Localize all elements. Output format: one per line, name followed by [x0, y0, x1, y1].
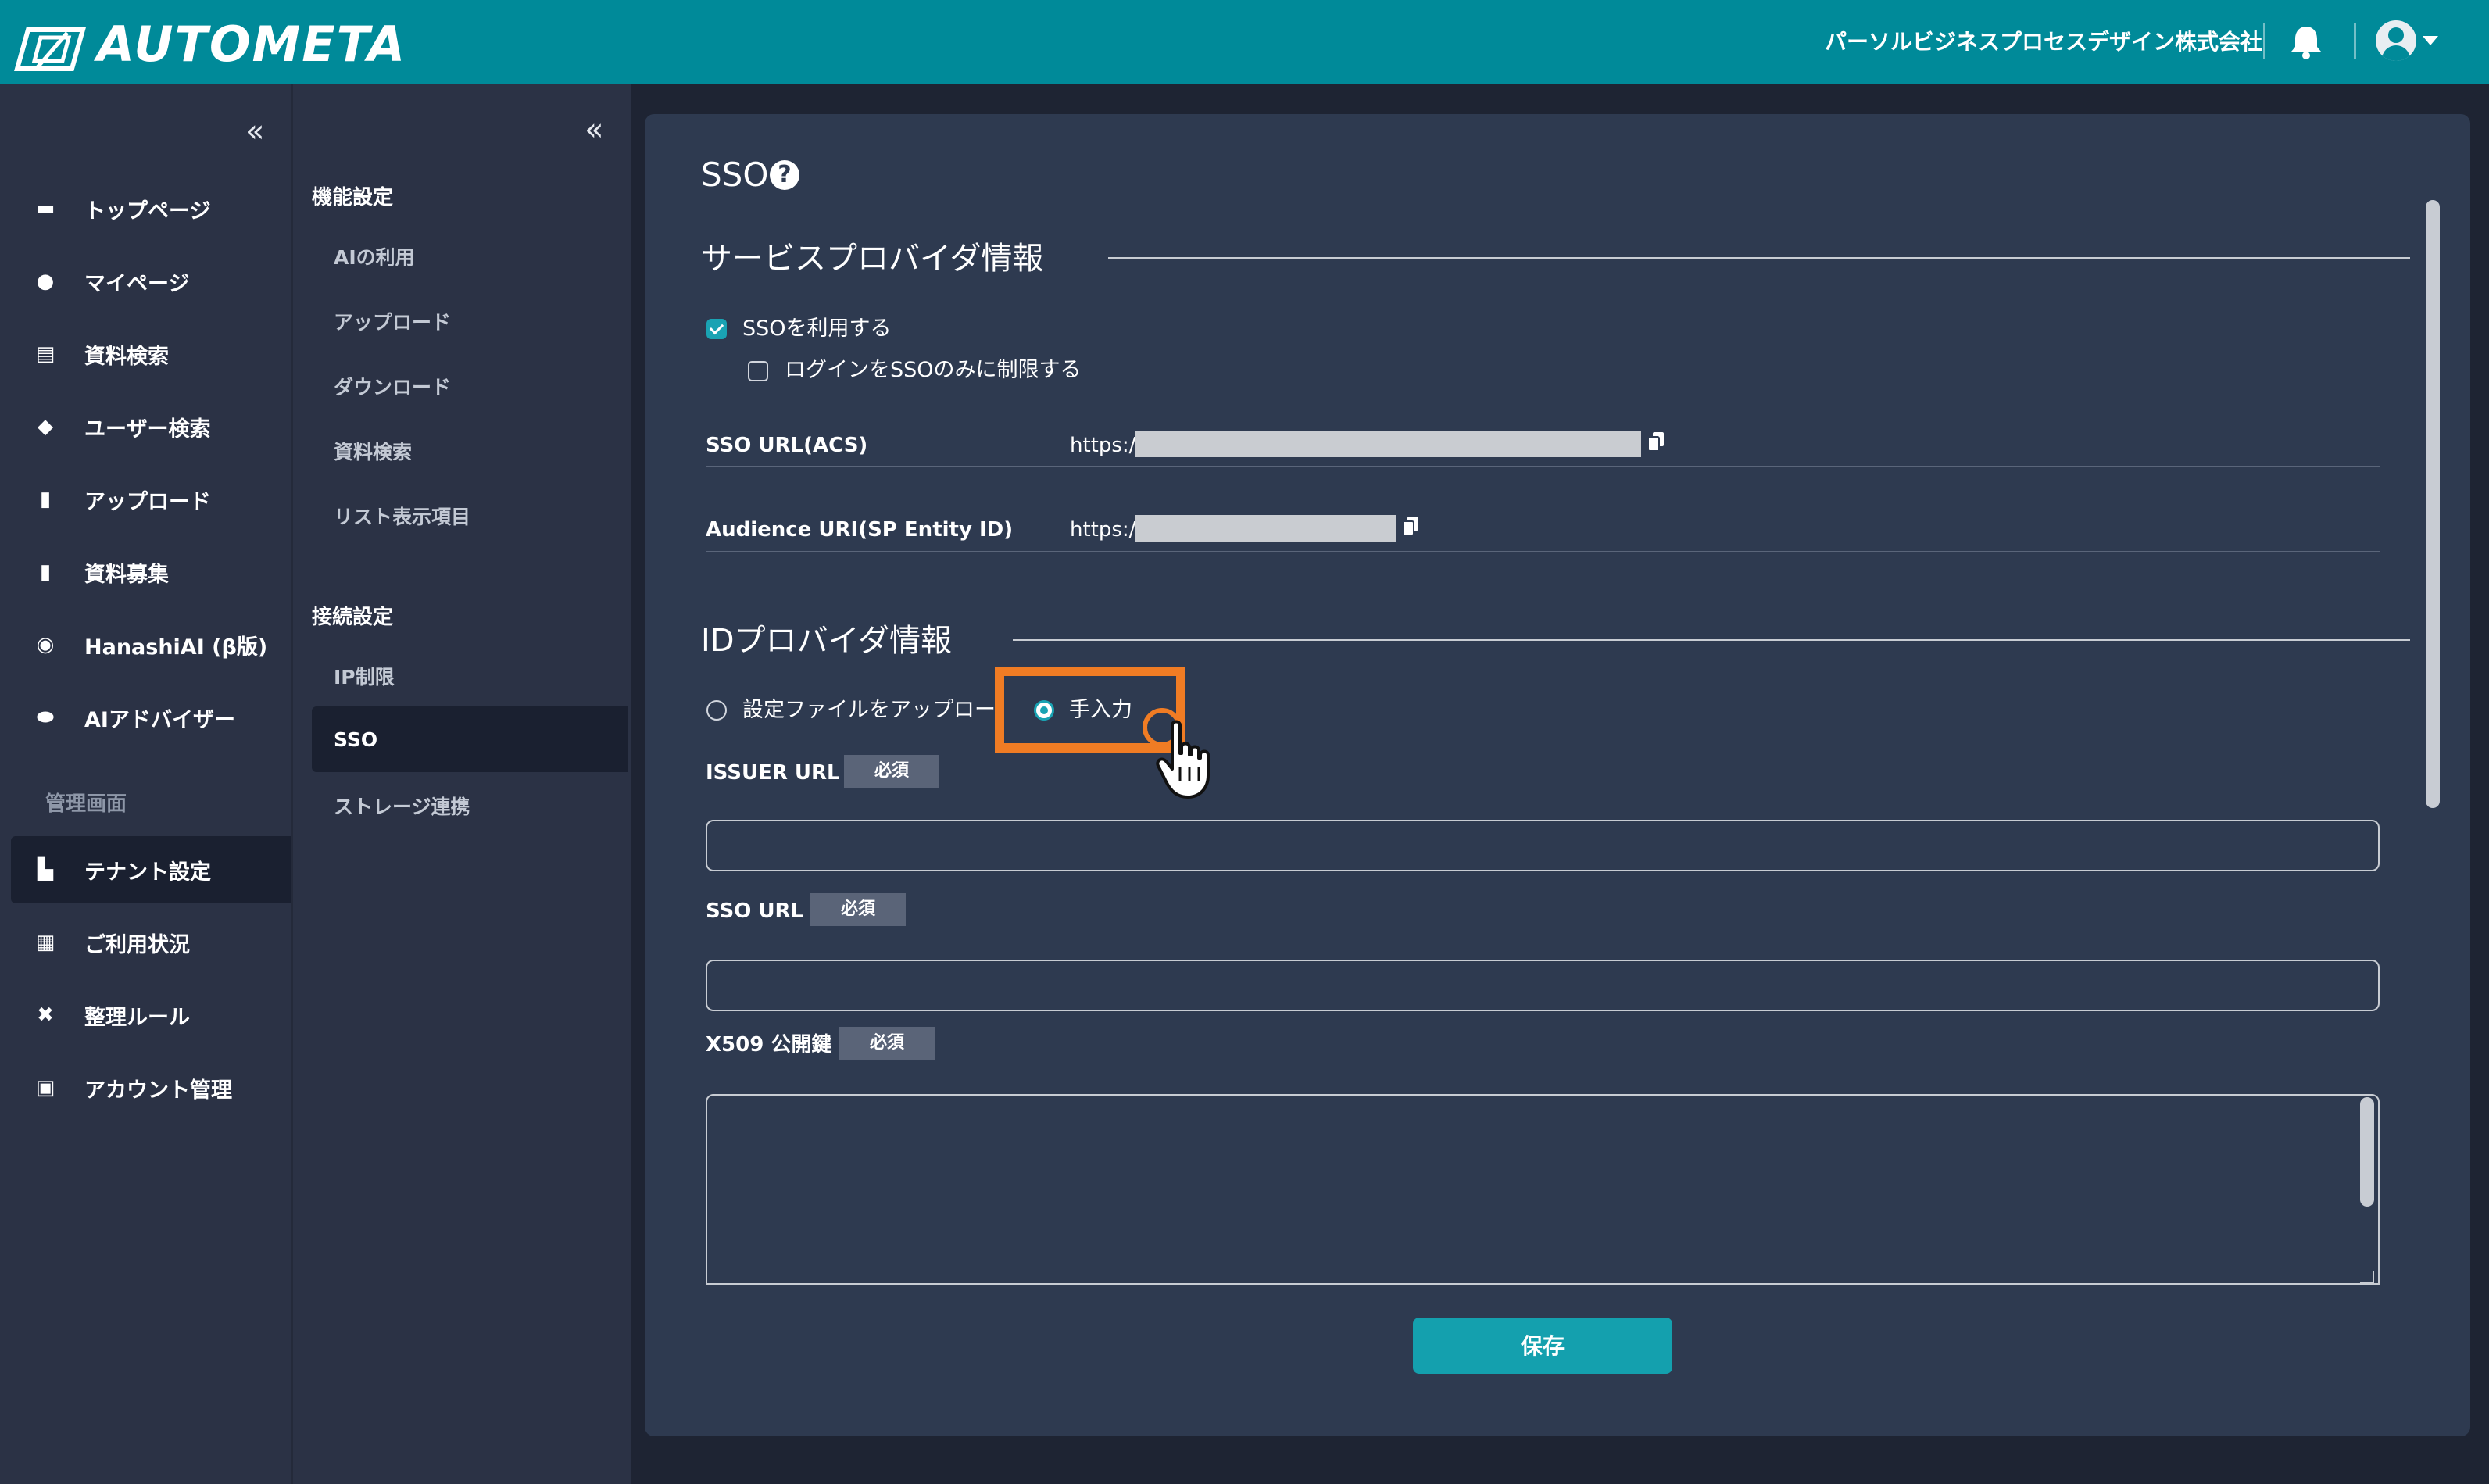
collapse-sidebar-icon[interactable]: « [245, 116, 264, 147]
tools-icon: ✖ [37, 1003, 54, 1027]
idp-section-title: IDプロバイダ情報 [701, 623, 952, 659]
sidebar-item-label: 整理ルール [84, 1005, 190, 1030]
restrict-login-checkbox[interactable] [748, 361, 768, 381]
page-title: SSO [701, 156, 769, 194]
sso-url-acs-label: SSO URL(ACS) [706, 434, 868, 457]
use-sso-checkbox[interactable] [706, 319, 727, 339]
help-icon[interactable]: ? [770, 160, 799, 190]
row-divider [706, 466, 2380, 467]
user-avatar-icon[interactable] [2376, 20, 2416, 61]
sidebar-item-label: HanashiAI (β版) [84, 635, 268, 660]
page-scrollbar[interactable] [2426, 200, 2440, 808]
upload-file-icon: ▮ [39, 488, 52, 511]
settings-subnav [291, 84, 631, 1484]
header-divider [2263, 23, 2265, 59]
subnav-item-upload[interactable]: アップロード [334, 307, 451, 335]
person-icon: ● [36, 270, 55, 293]
subnav-item-storage[interactable]: ストレージ連携 [334, 792, 470, 820]
audience-uri-label: Audience URI(SP Entity ID) [706, 518, 1014, 542]
subnav-item-ai[interactable]: AIの利用 [334, 242, 415, 270]
top-header: AUTOMETA パーソルビジネスプロセスデザイン株式会社 [0, 0, 2489, 84]
sidebar-item-label: トップページ [84, 198, 211, 223]
sso-url-acs-value: https:// [1070, 434, 1143, 457]
sidebar-item-user-search[interactable]: ◆ ユーザー検索 [0, 393, 291, 460]
subnav-item-list-columns[interactable]: リスト表示項目 [334, 502, 470, 530]
use-sso-label: SSOを利用する [742, 316, 892, 341]
sidebar-item-hanashiai[interactable]: ◉ HanashiAI (β版) [0, 611, 291, 678]
sidebar-item-upload[interactable]: ▮ アップロード [0, 466, 291, 533]
building-icon: ▦ [35, 931, 55, 954]
sidebar-item-label: 資料募集 [84, 562, 169, 587]
sidebar-item-label: ご利用状況 [84, 932, 190, 957]
section-divider [1013, 639, 2410, 641]
sidebar-item-mypage[interactable]: ● マイページ [0, 248, 291, 315]
upload-config-radio[interactable] [706, 700, 727, 721]
textarea-scrollbar[interactable] [2360, 1097, 2374, 1207]
sidebar-item-accounts[interactable]: ▣ アカウント管理 [0, 1054, 291, 1121]
row-divider [706, 551, 2380, 552]
sidebar-item-label: ユーザー検索 [84, 417, 211, 442]
file-icon: ▮ [39, 560, 52, 584]
upload-config-label: 設定ファイルをアップロー [742, 698, 996, 722]
redacted-value [1135, 515, 1396, 542]
sidebar-item-label: AIアドバイザー [84, 707, 235, 732]
sidebar-item-label: テナント設定 [84, 860, 211, 885]
subnav-item-sso[interactable]: SSO [312, 706, 628, 772]
issuer-url-input[interactable] [706, 820, 2380, 871]
sidebar-item-ai-advisor[interactable]: ⬬ AIアドバイザー [0, 684, 291, 751]
sidebar-item-label: アカウント管理 [84, 1078, 232, 1103]
user-search-icon: ◆ [38, 415, 53, 438]
company-name: パーソルビジネスプロセスデザイン株式会社 [1824, 29, 2262, 55]
sso-url-input[interactable] [706, 960, 2380, 1011]
sidebar-item-tenant-settings[interactable]: ▙ テナント設定 [11, 836, 291, 903]
subnav-item-ip-restriction[interactable]: IP制限 [334, 662, 395, 690]
restrict-login-label: ログインをSSOのみに制限する [785, 358, 1082, 382]
subnav-group-connection: 接続設定 [312, 606, 394, 629]
document-search-icon: ▤ [35, 342, 55, 366]
logo-icon [14, 27, 86, 71]
save-button[interactable]: 保存 [1413, 1318, 1672, 1374]
sidebar-item-label: 資料検索 [84, 344, 169, 369]
subnav-item-doc-search[interactable]: 資料検索 [334, 437, 412, 465]
required-badge: 必須 [810, 893, 906, 926]
copy-icon[interactable] [1402, 516, 1419, 536]
sidebar-item-document-search[interactable]: ▤ 資料検索 [0, 320, 291, 388]
audience-uri-value: https:// [1070, 518, 1143, 542]
sidebar-item-label: マイページ [84, 271, 190, 296]
required-badge: 必須 [839, 1027, 935, 1060]
required-badge: 必須 [844, 755, 939, 788]
x509-key-textarea[interactable] [706, 1094, 2380, 1285]
sp-section-title: サービスプロバイダ情報 [701, 241, 1044, 277]
collapse-subnav-icon[interactable]: « [585, 114, 603, 145]
sidebar-item-usage[interactable]: ▦ ご利用状況 [0, 909, 291, 976]
section-divider [1108, 257, 2410, 259]
tenant-icon: ▙ [38, 858, 53, 881]
sidebar-item-label: アップロード [84, 489, 211, 514]
subnav-item-download[interactable]: ダウンロード [334, 372, 451, 400]
sidebar-item-recruit[interactable]: ▮ 資料募集 [0, 538, 291, 606]
resize-handle-icon[interactable] [2360, 1271, 2374, 1283]
issuer-url-label: ISSUER URL [706, 761, 840, 785]
sso-url-label: SSO URL [706, 899, 804, 923]
redacted-value [1135, 431, 1641, 457]
subnav-group-features: 機能設定 [312, 186, 394, 209]
admin-section-label: 管理画面 [45, 792, 127, 816]
copy-icon[interactable] [1647, 431, 1665, 452]
advisor-icon: ⬬ [36, 705, 55, 729]
logo-text[interactable]: AUTOMETA [97, 11, 406, 78]
header-divider [2354, 23, 2356, 59]
sidebar-item-top[interactable]: ▬ トップページ [0, 175, 291, 242]
sidebar-item-rules[interactable]: ✖ 整理ルール [0, 982, 291, 1049]
store-icon: ▬ [35, 197, 55, 220]
id-card-icon: ▣ [35, 1076, 55, 1100]
chevron-down-icon[interactable] [2423, 36, 2438, 45]
x509-key-label: X509 公開鍵 [706, 1033, 832, 1057]
hand-pointer-icon [1156, 720, 1210, 799]
chat-ai-icon: ◉ [36, 633, 55, 656]
bell-icon[interactable] [2288, 23, 2324, 61]
